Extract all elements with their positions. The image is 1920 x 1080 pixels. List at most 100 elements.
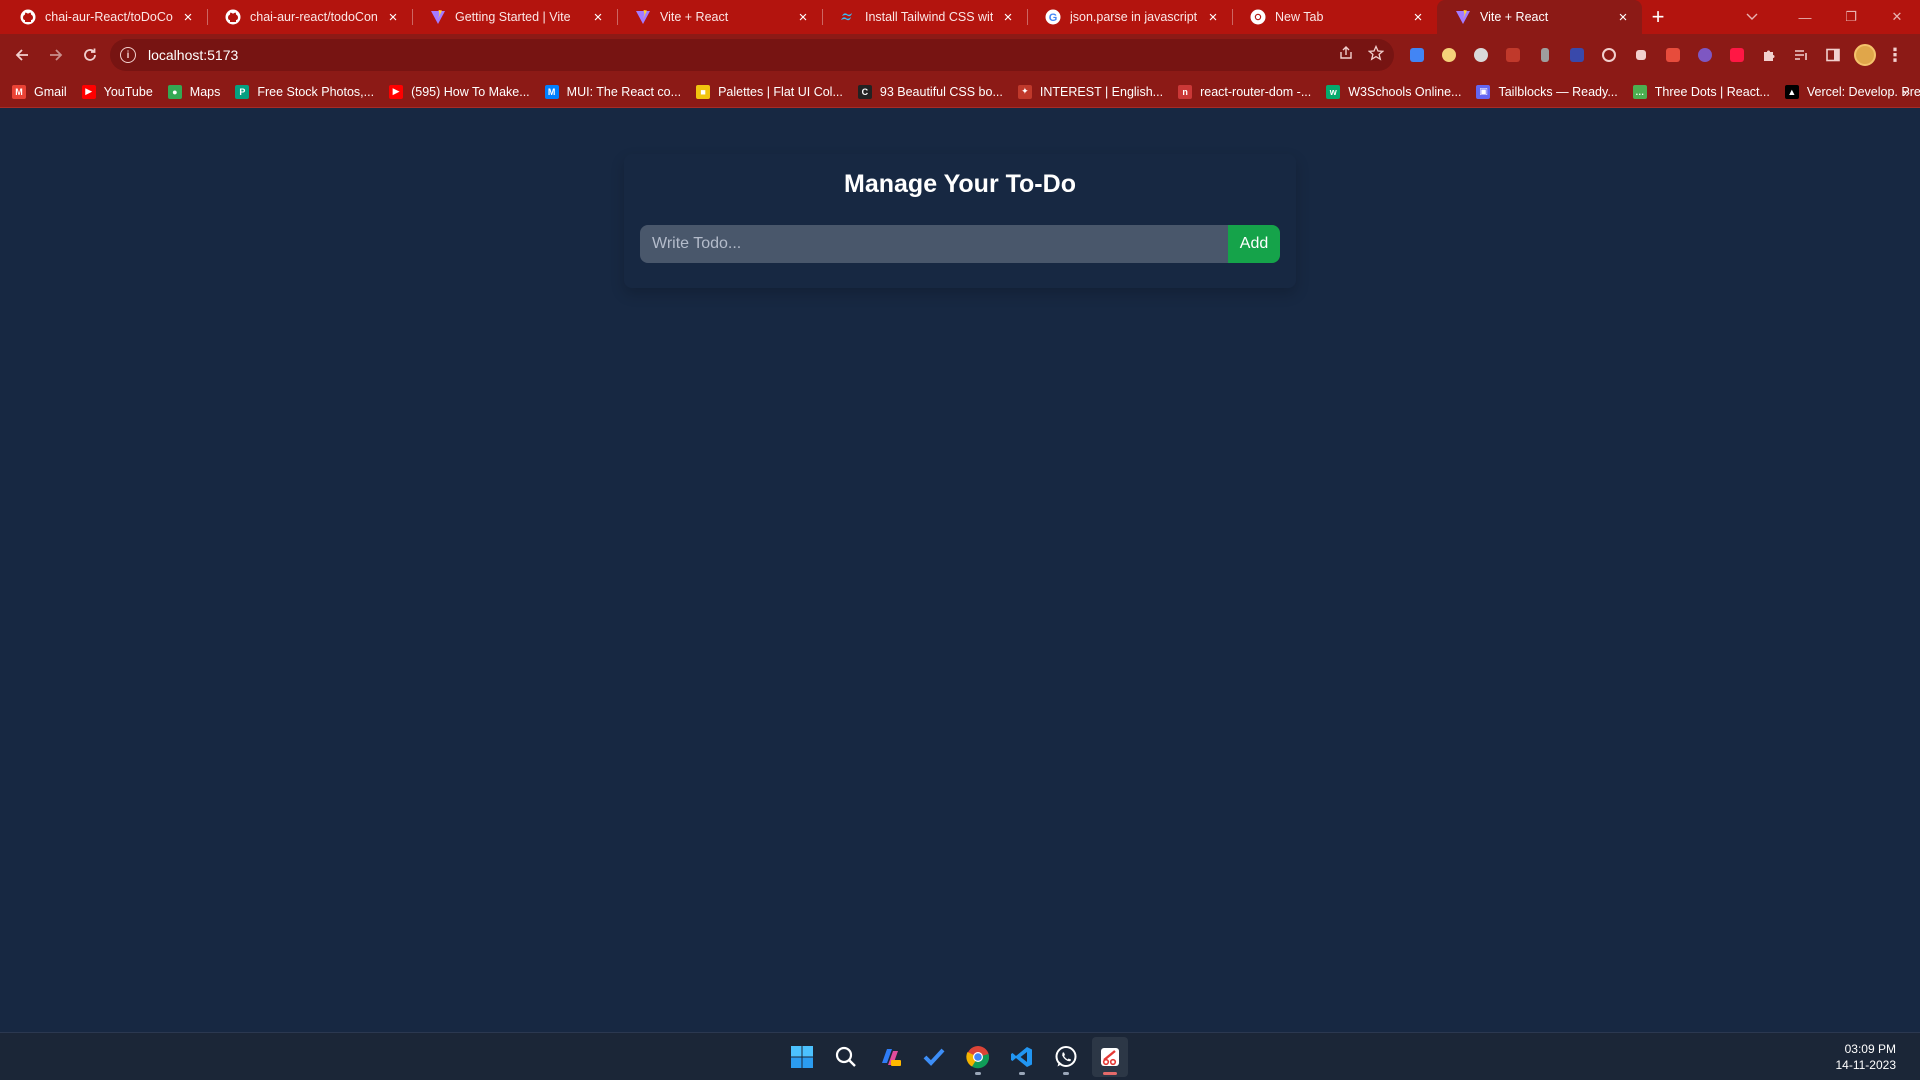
close-window-icon[interactable]: ✕ <box>1874 0 1920 34</box>
bookmark-item[interactable]: ▣ Tailblocks — Ready... <box>1476 79 1618 105</box>
bookmark-favicon-icon: ▶ <box>389 84 404 99</box>
extension-icon[interactable] <box>1502 44 1524 66</box>
bookmark-label: Three Dots | React... <box>1654 84 1770 99</box>
browser-tab[interactable]: Gjson.parse in javascript - Google × <box>1027 0 1232 34</box>
tab-title: Install Tailwind CSS with Vite <box>865 10 993 24</box>
browser-tab[interactable]: chai-aur-react/todoContext × <box>207 0 412 34</box>
media-controls-icon[interactable] <box>1790 44 1812 66</box>
bookmark-favicon-icon: n <box>1178 84 1193 99</box>
bookmark-item[interactable]: w W3Schools Online... <box>1326 79 1461 105</box>
todo-input[interactable] <box>640 225 1228 263</box>
bookmark-item[interactable]: ▶ (595) How To Make... <box>389 79 530 105</box>
taskbar-apps <box>784 1033 1128 1080</box>
todo-icon[interactable] <box>916 1037 952 1077</box>
bookmark-favicon-icon: … <box>1632 84 1647 99</box>
tab-title: chai-aur-react/todoContext <box>250 10 378 24</box>
page-title: Manage Your To-Do <box>844 170 1076 198</box>
tab-close-icon[interactable]: × <box>1614 8 1632 26</box>
bookmark-item[interactable]: … Three Dots | React... <box>1632 79 1770 105</box>
bookmark-favicon-icon: ✦ <box>1017 84 1032 99</box>
menu-icon[interactable]: ⋮ <box>1886 45 1904 66</box>
extension-icon[interactable] <box>1630 44 1652 66</box>
extension-icon[interactable] <box>1662 44 1684 66</box>
bookmark-item[interactable]: ▶ YouTube <box>81 79 153 105</box>
bookmark-item[interactable]: M MUI: The React co... <box>544 79 681 105</box>
tab-close-icon[interactable]: × <box>1204 8 1222 26</box>
bookmark-item[interactable]: ● Maps <box>167 79 220 105</box>
site-info-icon[interactable]: i <box>120 47 136 63</box>
bookmark-label: Tailblocks — Ready... <box>1498 84 1618 99</box>
browser-tab[interactable]: chai-aur-React/toDoContext × <box>2 0 207 34</box>
tab-search-icon[interactable] <box>1732 0 1772 34</box>
bookmark-item[interactable]: C 93 Beautiful CSS bo... <box>857 79 1003 105</box>
page-viewport: Manage Your To-Do Add <box>0 108 1920 1032</box>
browser-tab[interactable]: Vite + React × <box>1437 0 1642 34</box>
profile-avatar[interactable] <box>1854 44 1876 66</box>
browser-tab[interactable]: Getting Started | Vite × <box>412 0 617 34</box>
browser-tab[interactable]: New Tab × <box>1232 0 1437 34</box>
browser-toolbar: i localhost:5173 ⋮ <box>0 34 1920 76</box>
snipping-tool-icon[interactable] <box>1092 1037 1128 1077</box>
bookmark-item[interactable]: ✦ INTEREST | English... <box>1017 79 1163 105</box>
copilot-icon[interactable] <box>872 1037 908 1077</box>
tab-close-icon[interactable]: × <box>589 8 607 26</box>
address-url[interactable]: localhost:5173 <box>148 47 238 63</box>
system-clock[interactable]: 03:09 PM 14-11-2023 <box>1836 1041 1897 1073</box>
extension-icon[interactable] <box>1534 44 1556 66</box>
github-icon <box>225 9 241 25</box>
tab-close-icon[interactable]: × <box>179 8 197 26</box>
bookmarks-bar: M Gmail ▶ YouTube ● Maps P Free Stock Photos,..… <box>0 76 1920 108</box>
bookmarks-overflow-icon[interactable]: » <box>1902 76 1910 108</box>
bookmark-favicon-icon: ■ <box>696 84 711 99</box>
bookmark-favicon-icon: C <box>857 84 872 99</box>
bookmark-favicon-icon: M <box>544 84 559 99</box>
tab-close-icon[interactable]: × <box>384 8 402 26</box>
bookmark-item[interactable]: M Gmail <box>12 79 67 105</box>
bookmark-label: Palettes | Flat UI Col... <box>718 84 843 99</box>
share-icon[interactable] <box>1338 45 1354 66</box>
tab-close-icon[interactable]: × <box>999 8 1017 26</box>
clock-time: 03:09 PM <box>1844 1042 1896 1056</box>
bookmark-item[interactable]: ■ Palettes | Flat UI Col... <box>696 79 843 105</box>
side-panel-icon[interactable] <box>1822 44 1844 66</box>
running-indicator <box>1019 1072 1025 1075</box>
chrome-icon[interactable] <box>960 1037 996 1077</box>
vite-icon <box>635 9 651 25</box>
new-tab-button[interactable]: + <box>1642 0 1674 34</box>
add-todo-button[interactable]: Add <box>1228 225 1280 263</box>
extension-icon[interactable] <box>1694 44 1716 66</box>
whatsapp-icon[interactable] <box>1048 1037 1084 1077</box>
reload-icon[interactable] <box>74 39 106 71</box>
svg-text:G: G <box>1049 12 1058 24</box>
bookmark-favicon-icon: P <box>235 84 250 99</box>
tab-close-icon[interactable]: × <box>1409 8 1427 26</box>
extension-icon[interactable] <box>1566 44 1588 66</box>
minimize-icon[interactable]: — <box>1782 0 1828 34</box>
back-icon[interactable] <box>6 39 38 71</box>
bookmark-item[interactable]: P Free Stock Photos,... <box>235 79 374 105</box>
extensions-area: ⋮ <box>1406 39 1904 71</box>
translate-extension-icon[interactable] <box>1406 44 1428 66</box>
github-icon <box>20 9 36 25</box>
puzzle-extensions-icon[interactable] <box>1758 44 1780 66</box>
vscode-icon[interactable] <box>1004 1037 1040 1077</box>
bookmark-favicon-icon: M <box>12 84 26 99</box>
bookmark-favicon-icon: ● <box>167 84 182 99</box>
address-bar[interactable]: i localhost:5173 <box>110 39 1394 71</box>
bookmark-label: Gmail <box>34 84 67 99</box>
tab-close-icon[interactable]: × <box>794 8 812 26</box>
restore-icon[interactable]: ❐ <box>1828 0 1874 34</box>
browser-tab[interactable]: Install Tailwind CSS with Vite × <box>822 0 1027 34</box>
forward-icon[interactable] <box>40 39 72 71</box>
extension-icon[interactable] <box>1598 44 1620 66</box>
bookmark-star-icon[interactable] <box>1367 44 1385 66</box>
extension-icon[interactable] <box>1438 44 1460 66</box>
bookmark-item[interactable]: ▲ Vercel: Develop. Pre... <box>1784 79 1920 105</box>
extension-icon[interactable] <box>1726 44 1748 66</box>
search-icon[interactable] <box>828 1037 864 1077</box>
windows-start-icon[interactable] <box>784 1037 820 1077</box>
bookmark-item[interactable]: n react-router-dom -... <box>1178 79 1311 105</box>
clock-date: 14-11-2023 <box>1835 1058 1897 1072</box>
extension-icon[interactable] <box>1470 44 1492 66</box>
browser-tab[interactable]: Vite + React × <box>617 0 822 34</box>
